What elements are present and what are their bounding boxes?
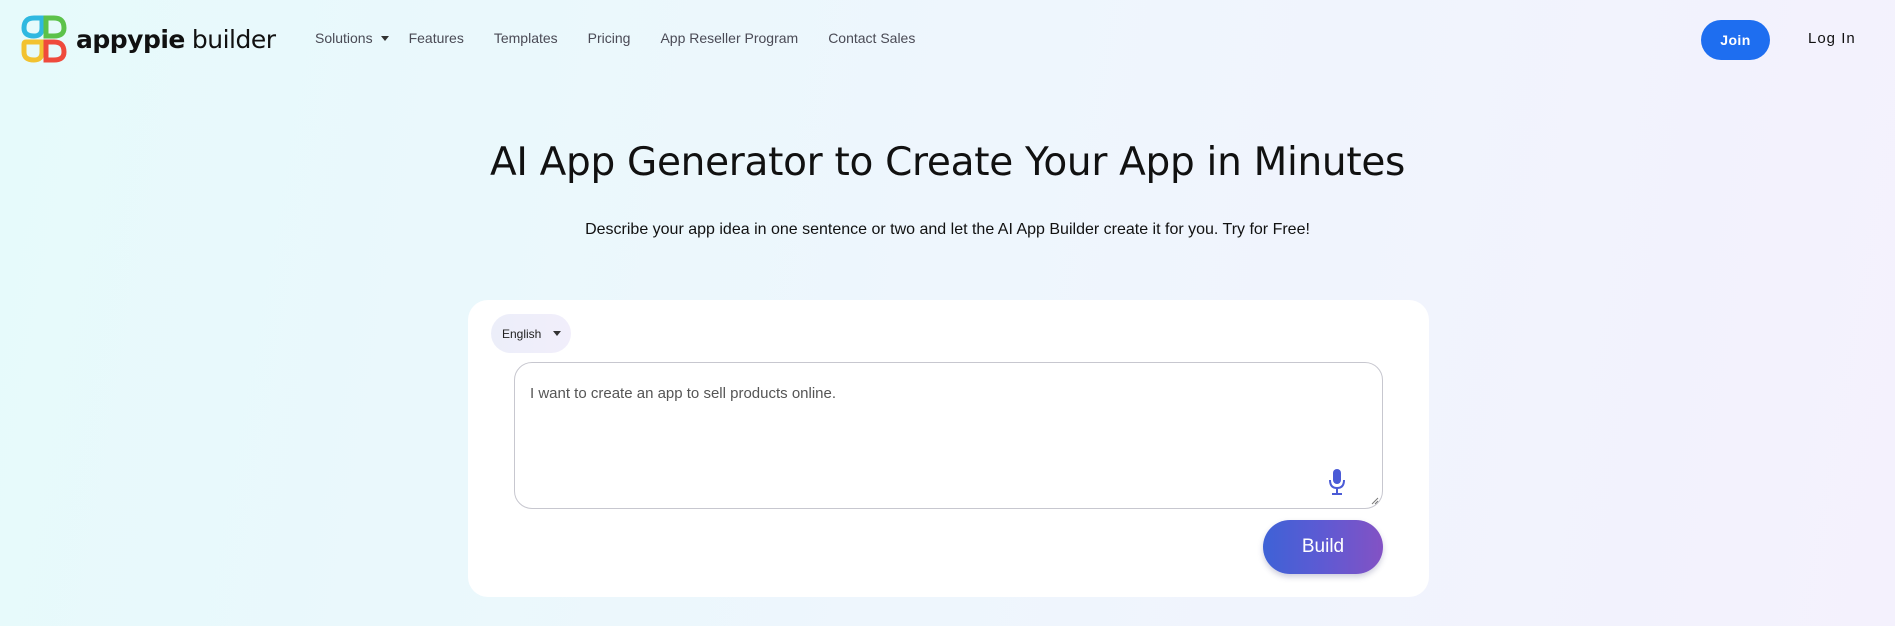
app-idea-text: I want to create an app to sell products… [530,385,837,402]
logo-sub: builder [191,24,276,54]
nav-features-label: Features [408,30,464,46]
page-title: AI App Generator to Create Your App in M… [489,140,1406,185]
page-subtitle: Describe your app idea in one sentence o… [585,221,1310,238]
logo-wordmark: appypie builder [76,25,276,54]
build-button[interactable]: Build [1263,520,1383,574]
main-nav: Solutions Features Templates Pricing App… [315,27,915,49]
nav-contact-label: Contact Sales [828,30,916,46]
language-select[interactable]: English [491,314,571,353]
appypie-logo-icon [21,15,67,63]
appypie-logo[interactable]: appypie builder [20,14,276,64]
language-select-value: English [502,326,542,341]
chevron-down-icon [553,331,561,336]
nav-pricing-label: Pricing [587,30,631,46]
nav-app-reseller-program[interactable]: App Reseller Program [660,30,798,46]
nav-pricing[interactable]: Pricing [588,30,631,46]
join-button[interactable]: Join [1701,20,1770,60]
site-header: appypie builder Solutions Features Templ… [0,0,1895,80]
chevron-down-icon [380,35,389,41]
nav-templates[interactable]: Templates [494,30,558,46]
nav-features[interactable]: Features [409,30,464,46]
nav-solutions-label: Solutions [315,30,373,46]
app-builder-card: English I want to create an app to sell … [468,300,1429,597]
nav-contact-sales[interactable]: Contact Sales [828,30,915,46]
nav-reseller-label: App Reseller Program [660,30,799,46]
login-link[interactable]: Log In [1808,30,1856,47]
resize-handle-icon[interactable] [1371,497,1379,505]
app-idea-textarea[interactable]: I want to create an app to sell products… [514,362,1383,509]
nav-solutions[interactable]: Solutions [315,30,389,46]
logo-brand: appypie [76,24,185,54]
microphone-icon[interactable] [1327,468,1347,496]
nav-templates-label: Templates [493,30,558,46]
